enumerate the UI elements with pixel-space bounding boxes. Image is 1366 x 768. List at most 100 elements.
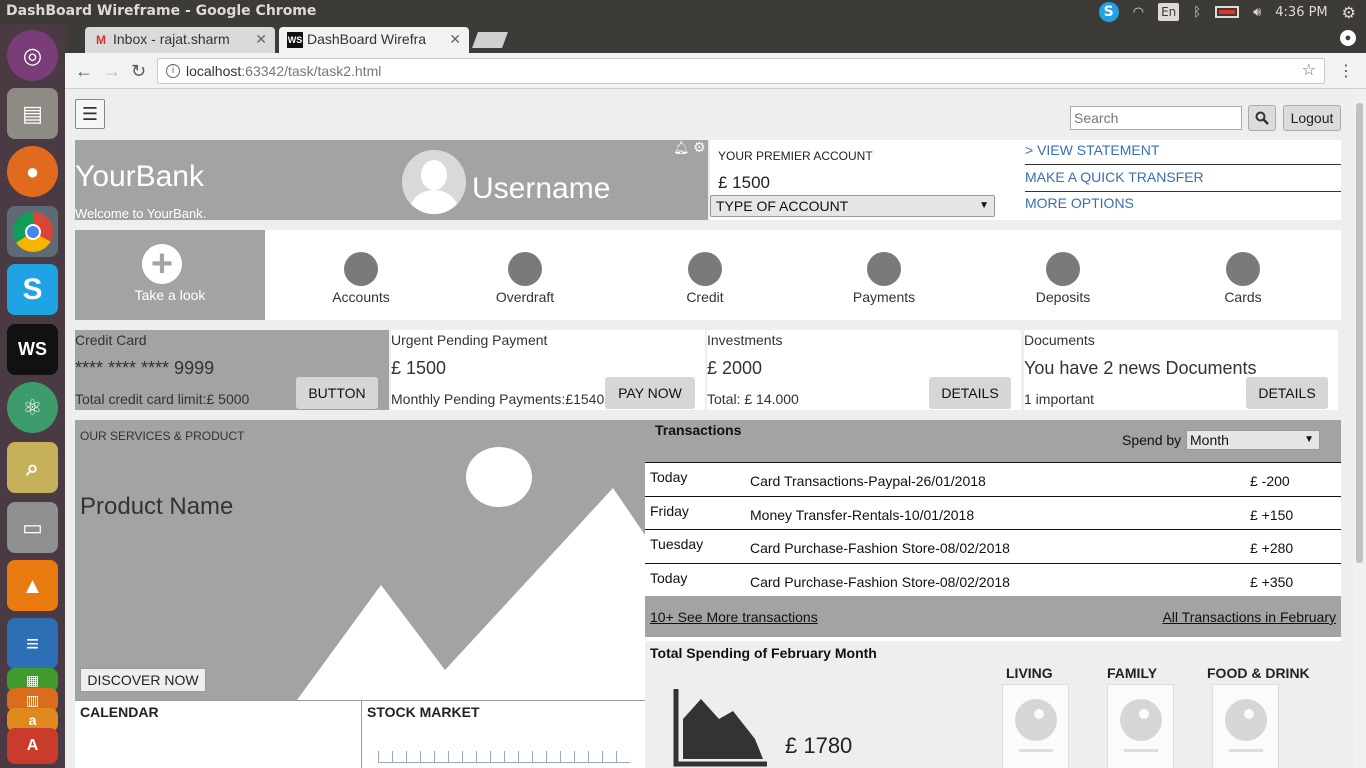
tx-description: Money Transfer-Rentals-10/01/2018 (750, 507, 975, 523)
search-input[interactable] (1070, 106, 1242, 130)
skype-tray-icon[interactable]: S (1098, 2, 1119, 22)
disk-icon[interactable]: ▭ (7, 502, 58, 553)
menu-dots-icon[interactable]: ⋮ (1338, 61, 1354, 81)
close-icon[interactable]: ✕ (449, 27, 461, 51)
url-host: localhost (186, 63, 242, 79)
nav-item-accounts[interactable]: Accounts (291, 230, 431, 320)
power-gear-icon[interactable]: ⚙ (1342, 3, 1356, 22)
category-food-drink-card[interactable] (1212, 684, 1279, 768)
hamburger-menu-button[interactable]: ☰ (75, 99, 105, 129)
page-viewport: ☰ Logout YourBank Welcome to YourBank. U… (65, 89, 1353, 768)
category-food-drink-label: FOOD & DRINK (1207, 665, 1310, 681)
firefox-icon[interactable]: ● (7, 146, 58, 197)
take-a-look-button[interactable]: + Take a look (75, 230, 265, 320)
search-button[interactable] (1248, 105, 1276, 131)
image-viewer-icon[interactable]: ⌕ (7, 442, 58, 493)
chrome-icon[interactable] (7, 206, 58, 257)
all-february-transactions-link[interactable]: All Transactions in February (1162, 609, 1336, 625)
nav-item-label: Payments (852, 289, 916, 305)
gear-icon[interactable]: ⚙ (693, 139, 706, 156)
logout-button[interactable]: Logout (1283, 105, 1341, 131)
nav-item-deposits[interactable]: Deposits (993, 230, 1133, 320)
spend-by-label: Spend by (1122, 432, 1182, 448)
investments-details-button[interactable]: DETAILS (929, 377, 1011, 409)
quick-transfer-link[interactable]: MAKE A QUICK TRANSFER (1025, 169, 1341, 192)
software-icon[interactable]: A (7, 728, 58, 764)
card-value: £ 1500 (391, 358, 447, 378)
see-more-transactions-link[interactable]: 10+ See More transactions (650, 609, 818, 625)
welcome-text: Welcome to YourBank. (75, 206, 207, 221)
writer-icon[interactable]: ≡ (7, 618, 58, 669)
documents-card: Documents You have 2 news Documents 1 im… (1024, 330, 1338, 410)
pay-now-button[interactable]: PAY NOW (605, 377, 695, 409)
credit-card-button[interactable]: BUTTON (296, 377, 378, 409)
overdraft-icon (508, 252, 542, 286)
reload-icon[interactable]: ↻ (131, 61, 146, 82)
forward-icon[interactable]: → (103, 61, 121, 82)
username: Username (472, 172, 611, 205)
battery-icon[interactable] (1215, 6, 1240, 18)
table-row[interactable]: Today Card Transactions-Paypal-26/01/201… (645, 462, 1341, 496)
volume-icon[interactable]: 🔊︎ (1253, 5, 1261, 20)
image-placeholder-icon (1120, 699, 1162, 741)
tx-amount: £ +150 (1250, 507, 1294, 523)
nav-item-credit[interactable]: Credit (635, 230, 775, 320)
atom-icon[interactable]: ⚛ (7, 382, 58, 433)
card-title: Urgent Pending Payment (391, 332, 548, 348)
new-tab-button[interactable] (472, 32, 508, 48)
address-bar[interactable]: i localhost:63342/task/task2.html ☆ (157, 58, 1325, 84)
clock[interactable]: 4:36 PM (1275, 5, 1327, 20)
wifi-icon[interactable]: ◠ (1133, 5, 1144, 20)
bookmark-star-icon[interactable]: ☆ (1302, 59, 1316, 83)
ubuntu-icon[interactable]: ◎ (7, 30, 58, 81)
table-row[interactable]: Friday Money Transfer-Rentals-10/01/2018… (645, 496, 1341, 530)
image-placeholder-icon (1225, 699, 1267, 741)
avatar[interactable] (402, 150, 466, 214)
webstorm-icon[interactable]: WS (7, 324, 58, 375)
vlc-icon[interactable]: ▲ (7, 560, 58, 611)
more-options-link[interactable]: MORE OPTIONS (1025, 195, 1341, 217)
close-icon[interactable]: ✕ (255, 27, 267, 51)
bell-icon[interactable]: 🔔︎ (673, 140, 690, 156)
view-statement-link[interactable]: > VIEW STATEMENT (1025, 142, 1341, 165)
info-icon[interactable]: i (166, 64, 180, 78)
tab-inbox[interactable]: M Inbox - rajat.sharm ✕ (85, 27, 275, 53)
card-title: Investments (707, 332, 783, 348)
files-icon[interactable]: ▤ (7, 88, 58, 139)
nav-item-payments[interactable]: Payments (814, 230, 954, 320)
table-row[interactable]: Tuesday Card Purchase-Fashion Store-08/0… (645, 529, 1341, 563)
spending-title: Total Spending of February Month (650, 645, 877, 661)
back-icon[interactable]: ← (75, 61, 93, 82)
scrollbar-thumb[interactable] (1356, 103, 1363, 563)
spending-panel: Total Spending of February Month £ 1780 … (645, 641, 1341, 768)
calendar-panel: CALENDAR (75, 700, 361, 768)
nav-item-label: Cards (1224, 289, 1262, 305)
brand-name: YourBank (75, 160, 204, 193)
card-title: Credit Card (75, 332, 147, 348)
category-family-card[interactable] (1107, 684, 1174, 768)
brand-panel: YourBank Welcome to YourBank. Username 🔔… (75, 139, 708, 221)
image-placeholder-icon (297, 488, 645, 700)
account-type-value: TYPE OF ACCOUNT (716, 198, 849, 214)
table-row[interactable]: Today Card Purchase-Fashion Store-08/02/… (645, 563, 1341, 597)
card-note: Monthly Pending Payments:£1540 (391, 391, 605, 407)
skype-icon[interactable]: S (7, 264, 58, 315)
page-scrollbar[interactable] (1353, 89, 1366, 768)
account-type-select[interactable]: TYPE OF ACCOUNT ▼ (710, 195, 995, 217)
bluetooth-icon[interactable]: ᛒ (1193, 5, 1201, 20)
chevron-down-icon: ▼ (1304, 434, 1314, 445)
profile-icon[interactable]: ● (1340, 30, 1356, 46)
system-tray: S ◠ En ᛒ 🔊︎ 4:36 PM ⚙ (1098, 0, 1366, 24)
documents-details-button[interactable]: DETAILS (1246, 377, 1328, 409)
spend-by-select[interactable]: Month ▼ (1186, 430, 1320, 450)
discover-now-button[interactable]: DISCOVER NOW (80, 668, 206, 692)
cards-icon (1226, 252, 1260, 286)
keyboard-language-indicator[interactable]: En (1158, 3, 1180, 21)
os-top-bar: DashBoard Wireframe - Google Chrome S ◠ … (0, 0, 1366, 24)
gmail-icon: M (96, 33, 106, 47)
tab-dashboard[interactable]: WS DashBoard Wirefra ✕ (279, 27, 469, 53)
category-living-card[interactable] (1002, 684, 1069, 768)
transactions-title: Transactions (655, 422, 742, 438)
nav-item-cards[interactable]: Cards (1173, 230, 1313, 320)
nav-item-overdraft[interactable]: Overdraft (455, 230, 595, 320)
